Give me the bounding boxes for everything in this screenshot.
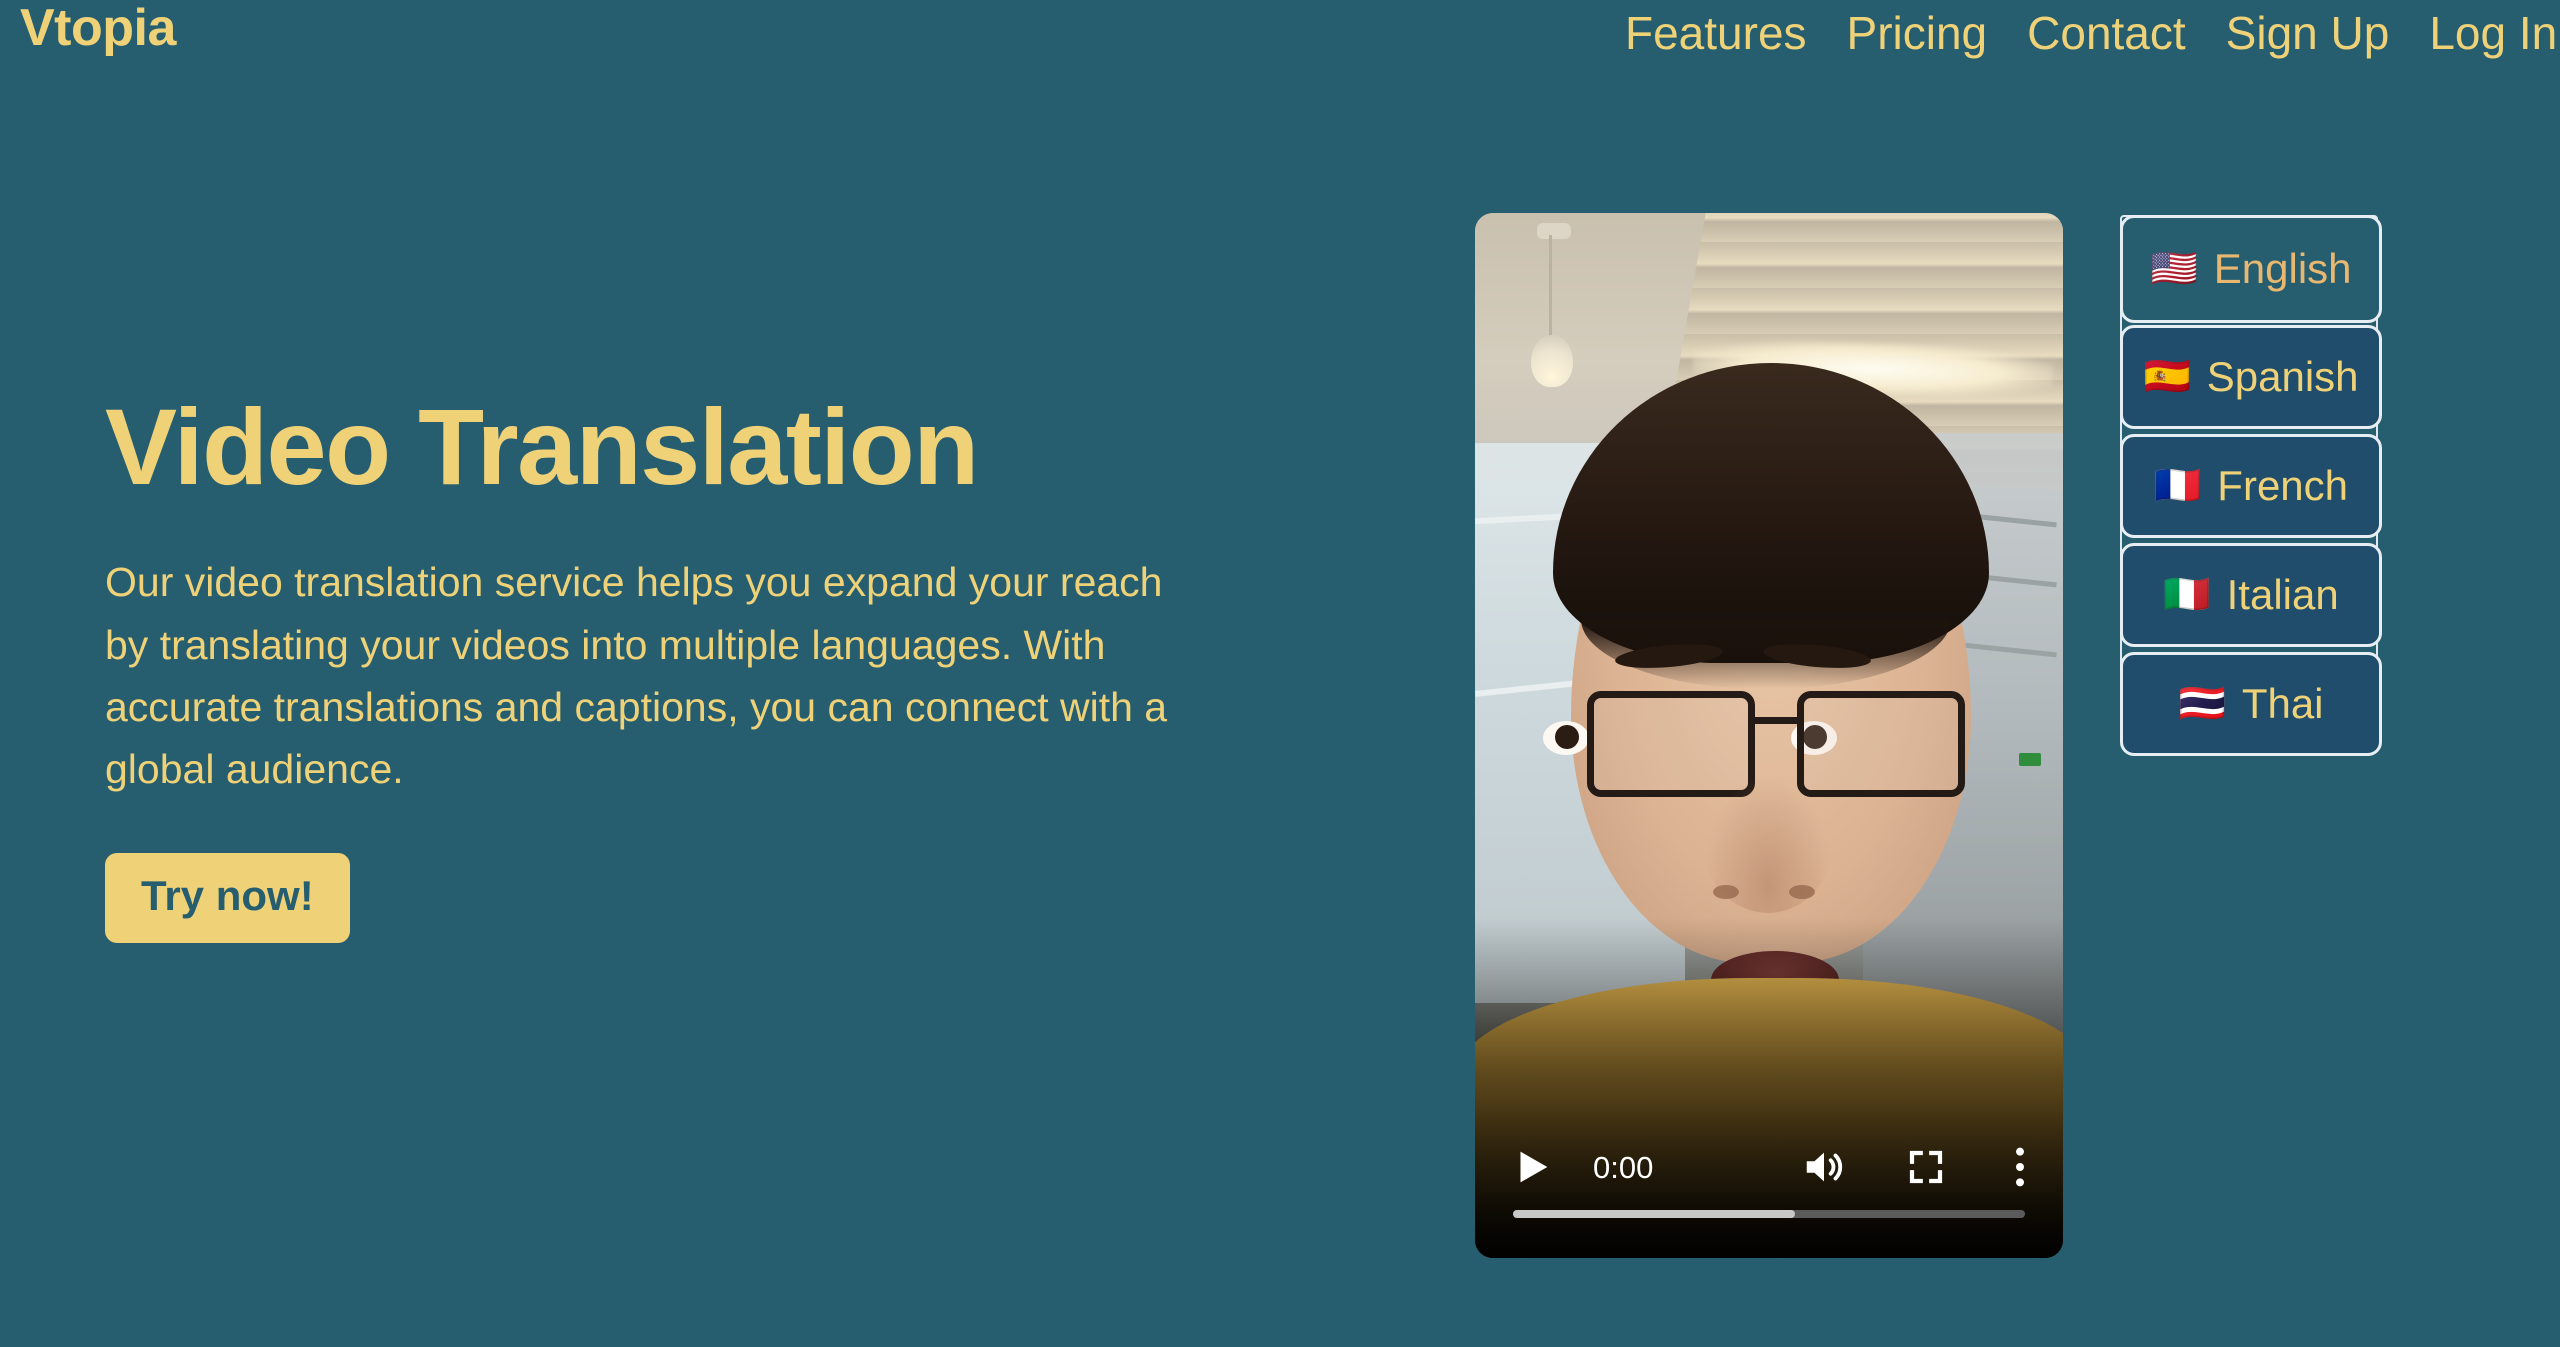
play-icon[interactable] xyxy=(1509,1144,1555,1190)
language-option-list: 🇪🇸 Spanish 🇫🇷 French 🇮🇹 Italian 🇹🇭 Thai xyxy=(2120,325,2382,756)
video-frame-content xyxy=(1475,213,2063,1258)
try-now-button[interactable]: Try now! xyxy=(105,852,350,943)
language-option-label: French xyxy=(2217,462,2349,509)
glasses-bridge xyxy=(1755,717,1799,724)
language-option-french[interactable]: 🇫🇷 French xyxy=(2120,434,2382,538)
site-header: Vtopia Features Pricing Contact Sign Up … xyxy=(0,0,2560,78)
hero-section: Video Translation Our video translation … xyxy=(105,390,1335,943)
scene-exit-sign xyxy=(2019,753,2041,766)
video-controls-row: 0:00 xyxy=(1497,1138,2041,1196)
volume-high-icon[interactable] xyxy=(1801,1144,1847,1190)
flag-fr-icon: 🇫🇷 xyxy=(2153,465,2202,507)
video-progress-buffered xyxy=(1513,1210,1795,1218)
nav-link-pricing[interactable]: Pricing xyxy=(1847,8,1988,59)
page-title: Video Translation xyxy=(105,386,979,507)
language-option-label: Italian xyxy=(2226,571,2339,618)
more-vertical-icon[interactable] xyxy=(2003,1144,2037,1190)
speaker-nostril-left xyxy=(1713,885,1739,899)
nav-link-signup[interactable]: Sign Up xyxy=(2226,8,2390,59)
language-option-thai[interactable]: 🇹🇭 Thai xyxy=(2120,652,2382,756)
scene-pendant-lamp xyxy=(1531,335,1573,387)
flag-us-icon: 🇺🇸 xyxy=(2150,248,2198,290)
nav-link-contact[interactable]: Contact xyxy=(2027,8,2186,59)
video-player[interactable]: 0:00 xyxy=(1475,213,2063,1258)
hero-description: Our video translation service helps you … xyxy=(105,559,1168,793)
video-progress-bar[interactable] xyxy=(1513,1210,2025,1218)
language-option-italian[interactable]: 🇮🇹 Italian xyxy=(2120,543,2382,647)
flag-it-icon: 🇮🇹 xyxy=(2163,574,2211,616)
scene-pendant-mount xyxy=(1537,223,1571,239)
nav-link-login[interactable]: Log In xyxy=(2429,8,2557,59)
brand-logo[interactable]: Vtopia xyxy=(20,2,176,54)
language-option-label: Spanish xyxy=(2206,353,2359,400)
main-navigation: Features Pricing Contact Sign Up Log In xyxy=(1625,8,2557,59)
fullscreen-icon[interactable] xyxy=(1905,1146,1947,1188)
nav-link-features[interactable]: Features xyxy=(1625,8,1807,59)
video-controls-bar: 0:00 xyxy=(1475,1108,2063,1258)
language-selected-label: English xyxy=(2213,245,2352,292)
language-selected-option[interactable]: 🇺🇸 English xyxy=(2120,215,2382,323)
speaker-nostril-right xyxy=(1789,885,1815,899)
flag-th-icon: 🇹🇭 xyxy=(2178,683,2226,725)
language-option-spanish[interactable]: 🇪🇸 Spanish xyxy=(2120,325,2382,429)
scene-pendant-cord xyxy=(1549,235,1552,345)
language-option-label: Thai xyxy=(2241,680,2324,727)
flag-es-icon: 🇪🇸 xyxy=(2143,356,2191,398)
video-current-time: 0:00 xyxy=(1593,1149,1654,1185)
